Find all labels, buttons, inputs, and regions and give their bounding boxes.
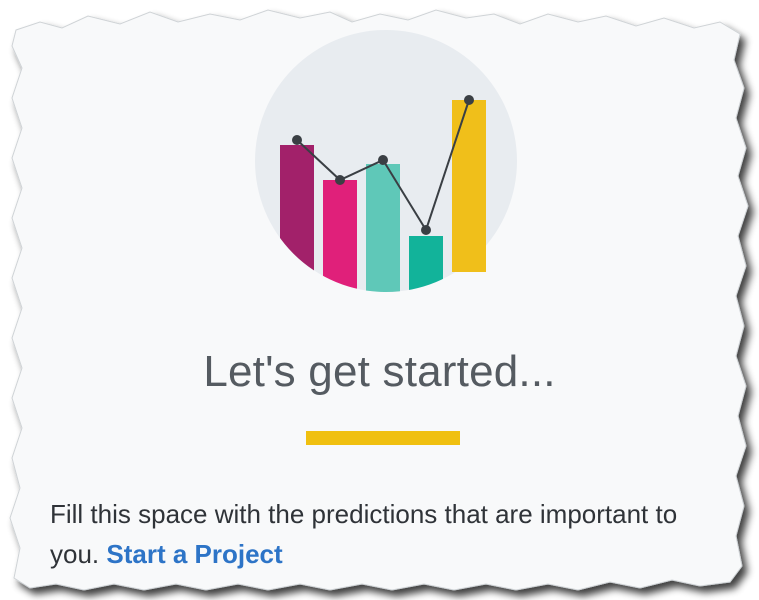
empty-state-headline: Let's get started... xyxy=(203,347,556,396)
empty-state-screenshot: Let's get started... Fill this space wit… xyxy=(0,0,759,600)
trend-point-1 xyxy=(292,135,302,145)
bar-3 xyxy=(366,164,400,292)
bar-2 xyxy=(323,180,357,292)
trend-point-5 xyxy=(464,95,474,105)
bar-4 xyxy=(409,236,443,292)
empty-state-message: Fill this space with the predictions tha… xyxy=(50,494,690,574)
start-project-link[interactable]: Start a Project xyxy=(106,539,282,569)
trend-point-4 xyxy=(421,225,431,235)
bar-5 xyxy=(452,100,486,272)
trend-point-3 xyxy=(378,155,388,165)
bar-1 xyxy=(280,145,314,292)
clipped-bars xyxy=(280,145,443,292)
accent-divider xyxy=(306,431,460,445)
trend-point-2 xyxy=(335,175,345,185)
